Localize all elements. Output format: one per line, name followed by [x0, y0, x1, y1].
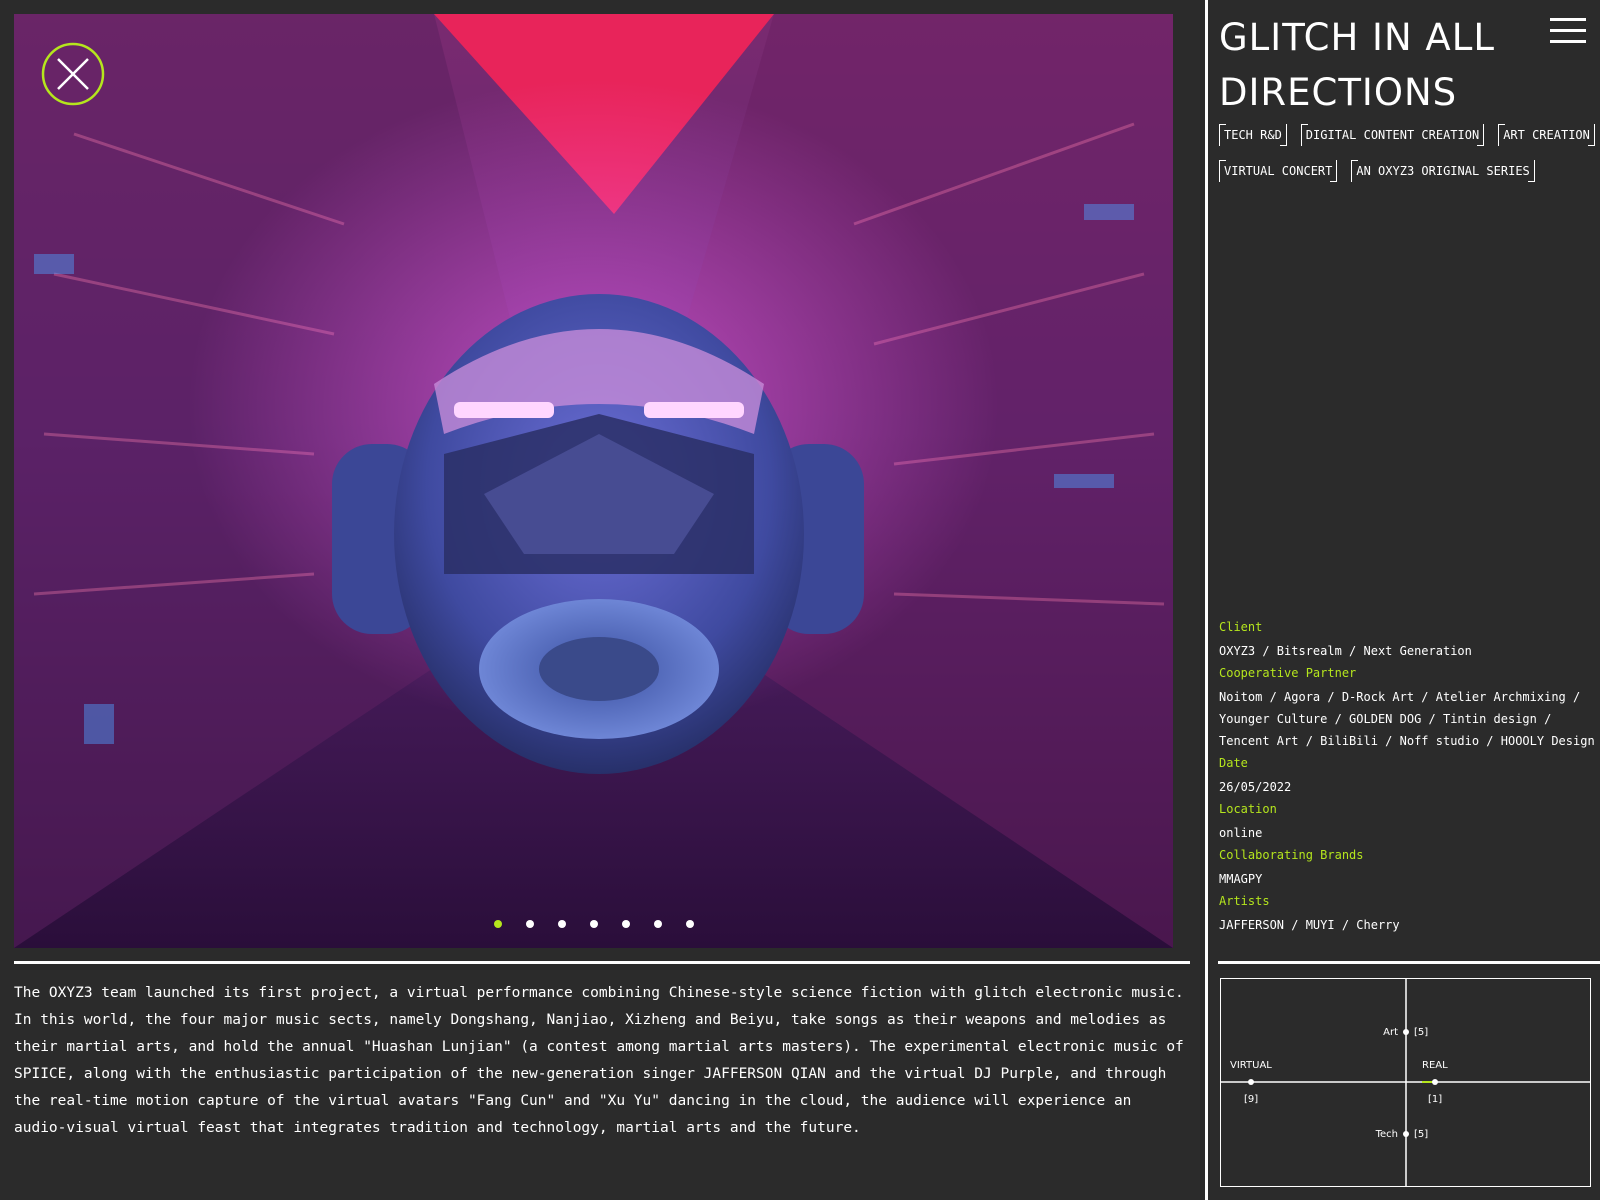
meta-client: Client OXYZ3 / Bitsrealm / Next Generati…	[1219, 620, 1599, 662]
hamburger-menu-icon	[1550, 18, 1586, 43]
close-button[interactable]	[41, 42, 105, 106]
divider-vertical-bottom	[1205, 975, 1208, 1200]
meta-artists: Artists JAFFERSON / MUYI / Cherry	[1219, 894, 1599, 936]
tag-list: TECH R&D DIGITAL CONTENT CREATION ART CR…	[1219, 124, 1599, 182]
meta-value: online	[1219, 826, 1263, 840]
quadrant-label-virtual: VIRTUAL	[1230, 1060, 1272, 1071]
hero-gallery[interactable]	[14, 14, 1173, 948]
meta-value: JAFFERSON / MUYI / Cherry	[1219, 918, 1400, 932]
meta-cooperative-partner: Cooperative Partner Noitom / Agora / D-R…	[1219, 666, 1599, 752]
meta-label: Artists	[1219, 894, 1270, 908]
meta-label: Collaborating Brands	[1219, 848, 1364, 862]
project-meta: Client OXYZ3 / Bitsrealm / Next Generati…	[1219, 620, 1599, 940]
quadrant-label-real: REAL	[1422, 1060, 1448, 1071]
quadrant-count-virtual: [9]	[1244, 1094, 1258, 1105]
tag-virtual-concert[interactable]: VIRTUAL CONCERT	[1219, 160, 1338, 182]
tag-digital-content-creation[interactable]: DIGITAL CONTENT CREATION	[1300, 124, 1485, 146]
gallery-dot[interactable]	[493, 920, 502, 928]
quadrant-point-tech[interactable]	[1403, 1131, 1409, 1137]
close-x-circle-icon	[41, 42, 105, 106]
page-title: GLITCH IN ALL DIRECTIONS	[1219, 16, 1495, 114]
divider-horizontal-right	[1218, 961, 1600, 964]
quadrant-count-tech: [5]	[1414, 1129, 1428, 1140]
meta-label: Location	[1219, 802, 1277, 816]
quadrant-label-tech: Tech	[1375, 1129, 1398, 1140]
tag-oxyz3-original-series[interactable]: AN OXYZ3 ORIGINAL SERIES	[1351, 160, 1536, 182]
gallery-dot[interactable]	[525, 920, 534, 928]
meta-value: MMAGPY	[1219, 872, 1263, 886]
tag-tech-rd[interactable]: TECH R&D	[1219, 124, 1287, 146]
quadrant-point-virtual[interactable]	[1248, 1079, 1254, 1085]
quadrant-point-real[interactable]	[1432, 1079, 1438, 1085]
quadrant-count-real: [1]	[1428, 1094, 1442, 1105]
gallery-dot[interactable]	[685, 920, 694, 928]
meta-date: Date 26/05/2022	[1219, 756, 1599, 798]
project-description: The OXYZ3 team launched its first projec…	[14, 985, 1184, 1136]
quadrant-label-art: Art	[1383, 1027, 1398, 1038]
tag-art-creation[interactable]: ART CREATION	[1498, 124, 1595, 146]
meta-label: Cooperative Partner	[1219, 666, 1357, 680]
quadrant-map: Art [5] Tech [5] VIRTUAL [9] REAL [1]	[1220, 978, 1591, 1187]
gallery-dot[interactable]	[653, 920, 662, 928]
gallery-dot[interactable]	[557, 920, 566, 928]
divider-horizontal-left	[14, 961, 1190, 964]
gallery-dot[interactable]	[621, 920, 630, 928]
gallery-dot[interactable]	[589, 920, 598, 928]
meta-label: Client	[1219, 620, 1263, 634]
meta-value: Noitom / Agora / D-Rock Art / Atelier Ar…	[1219, 690, 1595, 748]
quadrant-point-art[interactable]	[1403, 1029, 1409, 1035]
meta-location: Location online	[1219, 802, 1599, 844]
meta-value: OXYZ3 / Bitsrealm / Next Generation	[1219, 644, 1472, 658]
meta-collaborating-brands: Collaborating Brands MMAGPY	[1219, 848, 1599, 890]
meta-label: Date	[1219, 756, 1248, 770]
gallery-pagination	[14, 920, 1173, 928]
menu-button[interactable]	[1550, 18, 1586, 44]
quadrant-count-art: [5]	[1414, 1027, 1428, 1038]
meta-value: 26/05/2022	[1219, 780, 1292, 794]
hero-image	[14, 14, 1173, 948]
